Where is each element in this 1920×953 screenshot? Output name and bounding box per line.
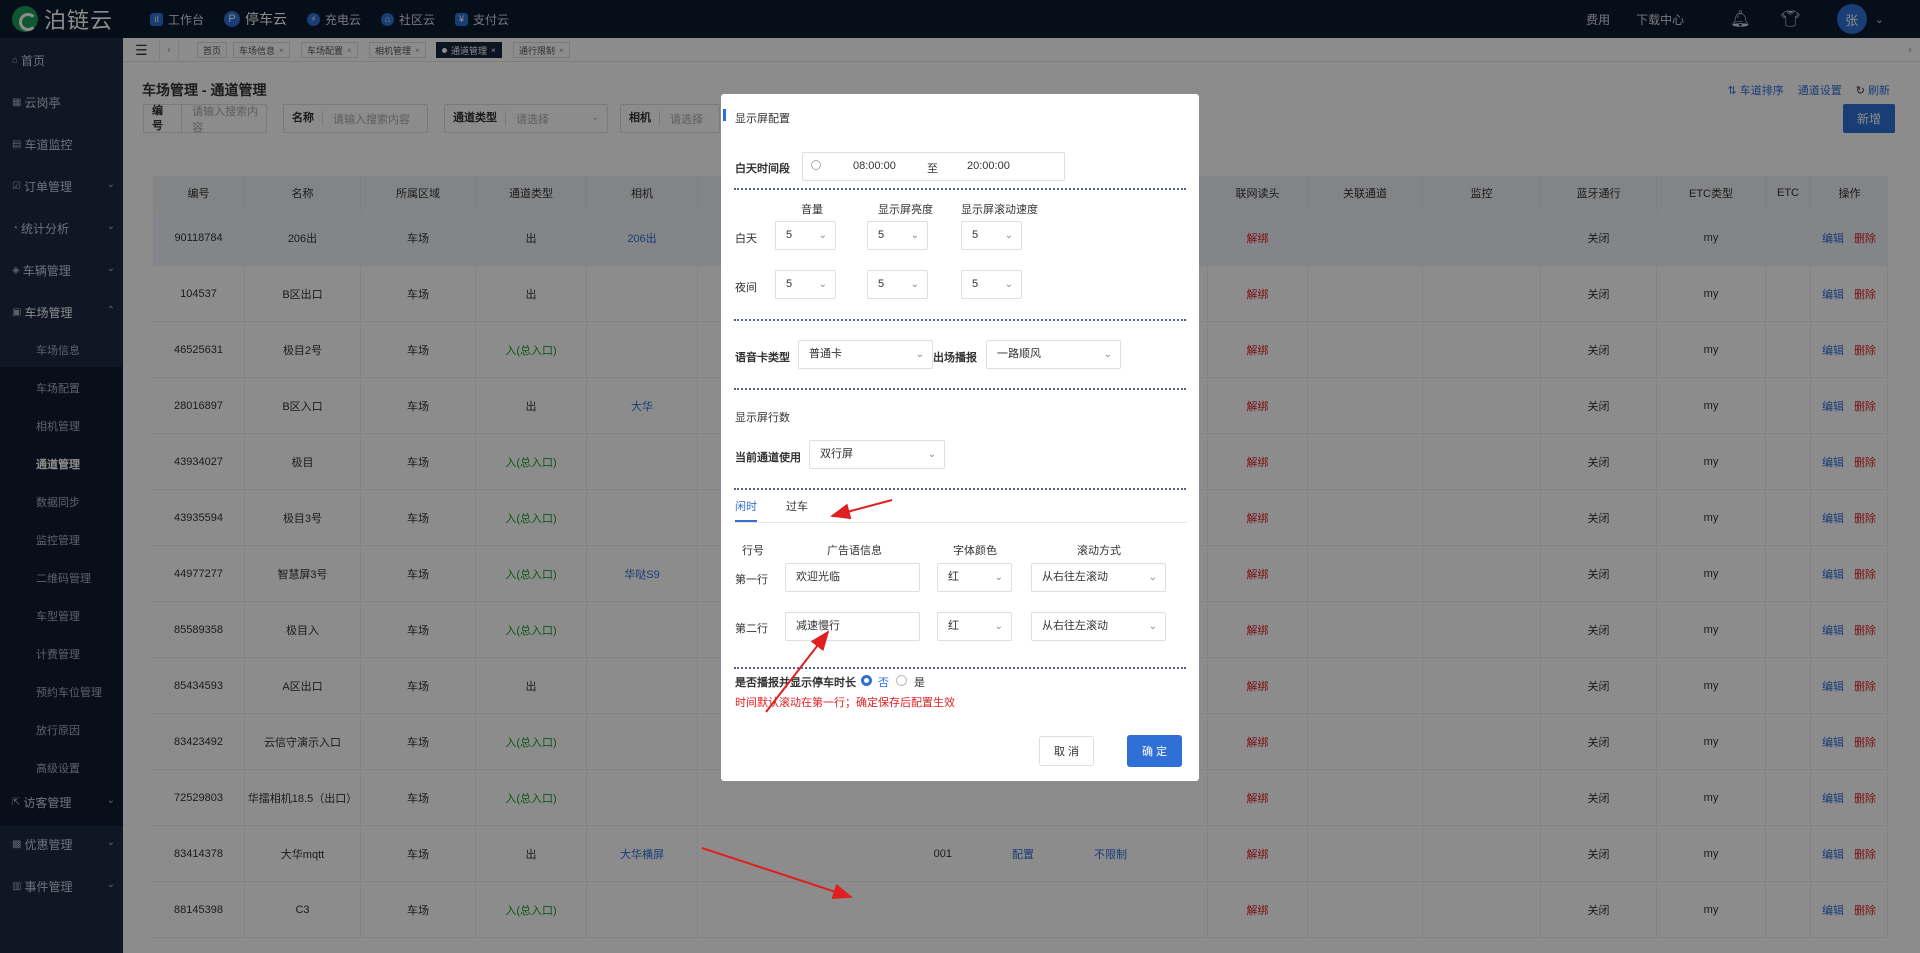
divider	[734, 188, 1186, 190]
radio-yes[interactable]	[896, 675, 907, 686]
select-value: 双行屏	[820, 448, 853, 460]
select-value: 一路顺风	[997, 348, 1041, 360]
ad-header: 广告语信息	[827, 545, 882, 557]
time-end[interactable]: 20:00:00	[967, 160, 1010, 172]
scroll-speed-header: 显示屏滚动速度	[961, 204, 1038, 216]
line-header: 行号	[742, 545, 764, 557]
select-value: 5	[878, 229, 885, 241]
display-config-dialog: 显示屏配置 白天时间段 08:00:00 至 20:00:00 音量 显示屏亮度…	[721, 94, 1199, 781]
display-lines-label: 显示屏行数	[735, 412, 790, 424]
chevron-down-icon: ⌄	[1004, 279, 1013, 290]
chevron-down-icon: ⌄	[910, 230, 919, 241]
day-speed-select[interactable]: 5 ⌄	[961, 221, 1022, 250]
chevron-down-icon: ⌄	[910, 279, 919, 290]
divider	[734, 319, 1186, 321]
voice-card-select[interactable]: 普通卡 ⌄	[798, 340, 933, 369]
chevron-down-icon: ⌄	[1004, 230, 1013, 241]
radio-no[interactable]	[861, 675, 872, 686]
chevron-down-icon: ⌄	[915, 349, 924, 360]
scroll-header: 滚动方式	[1077, 545, 1121, 557]
line2-color-select[interactable]: 红 ⌄	[937, 612, 1012, 641]
broadcast-duration-label: 是否播报并显示停车时长	[735, 677, 856, 689]
dialog-title: 显示屏配置	[723, 109, 790, 126]
chevron-down-icon: ⌄	[994, 572, 1003, 583]
config-warning: 时间默认滚动在第一行；确定保存后配置生效	[735, 697, 955, 709]
select-value: 红	[948, 620, 959, 632]
chevron-down-icon: ⌄	[818, 279, 827, 290]
line2-label: 第二行	[735, 623, 768, 635]
line2-ad-input[interactable]: 减速慢行	[785, 612, 920, 641]
chevron-down-icon: ⌄	[994, 621, 1003, 632]
select-value: 5	[972, 229, 979, 241]
line2-scroll-select[interactable]: 从右往左滚动 ⌄	[1031, 612, 1166, 641]
day-volume-select[interactable]: 5 ⌄	[775, 221, 836, 250]
radio-no-label[interactable]: 否	[878, 674, 889, 690]
time-start[interactable]: 08:00:00	[853, 160, 896, 172]
ad-tabs: 闲时 过车	[735, 498, 1187, 523]
night-speed-select[interactable]: 5 ⌄	[961, 270, 1022, 299]
day-period-label: 白天时间段	[735, 163, 790, 175]
chevron-down-icon: ⌄	[818, 230, 827, 241]
select-value: 5	[786, 278, 793, 290]
day-label: 白天	[735, 233, 757, 245]
chevron-down-icon: ⌄	[1148, 572, 1157, 583]
day-time-range[interactable]: 08:00:00 至 20:00:00	[802, 152, 1065, 181]
confirm-button[interactable]: 确 定	[1127, 735, 1182, 767]
chevron-down-icon: ⌄	[927, 449, 936, 460]
night-volume-select[interactable]: 5 ⌄	[775, 270, 836, 299]
current-lane-label: 当前通道使用	[735, 452, 801, 464]
clock-icon	[811, 160, 821, 170]
day-brightness-select[interactable]: 5 ⌄	[867, 221, 928, 250]
night-brightness-select[interactable]: 5 ⌄	[867, 270, 928, 299]
tab-idle[interactable]: 闲时	[735, 498, 757, 522]
exit-broadcast-label: 出场播报	[933, 352, 977, 364]
divider	[734, 388, 1186, 390]
select-value: 普通卡	[809, 348, 842, 360]
brightness-header: 显示屏亮度	[878, 204, 933, 216]
radio-yes-label[interactable]: 是	[914, 674, 925, 690]
divider	[734, 488, 1186, 490]
chevron-down-icon: ⌄	[1148, 621, 1157, 632]
tab-pass[interactable]: 过车	[786, 498, 808, 514]
chevron-down-icon: ⌄	[1103, 349, 1112, 360]
select-value: 5	[878, 278, 885, 290]
line1-scroll-select[interactable]: 从右往左滚动 ⌄	[1031, 563, 1166, 592]
time-separator: 至	[927, 163, 938, 175]
cancel-button[interactable]: 取 消	[1039, 736, 1094, 766]
volume-header: 音量	[801, 204, 823, 216]
divider	[734, 667, 1186, 669]
line1-color-select[interactable]: 红 ⌄	[937, 563, 1012, 592]
current-lane-select[interactable]: 双行屏 ⌄	[809, 440, 945, 469]
select-value: 5	[786, 229, 793, 241]
select-value: 红	[948, 571, 959, 583]
night-label: 夜间	[735, 282, 757, 294]
select-value: 5	[972, 278, 979, 290]
voice-card-label: 语音卡类型	[735, 352, 790, 364]
color-header: 字体颜色	[953, 545, 997, 557]
line1-ad-input[interactable]: 欢迎光临	[785, 563, 920, 592]
select-value: 从右往左滚动	[1042, 620, 1108, 632]
line1-label: 第一行	[735, 574, 768, 586]
select-value: 从右往左滚动	[1042, 571, 1108, 583]
exit-broadcast-select[interactable]: 一路顺风 ⌄	[986, 340, 1121, 369]
